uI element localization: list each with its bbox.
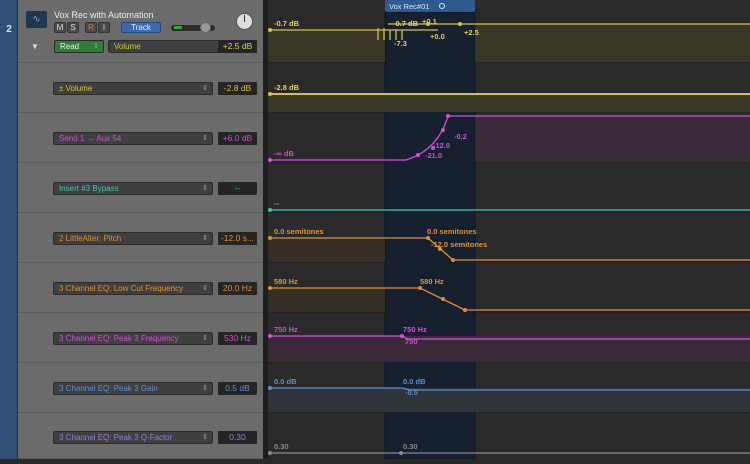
track-number-column[interactable]: 2 bbox=[0, 0, 18, 459]
lane-value[interactable]: -- bbox=[218, 182, 257, 195]
send-label-b: -12.0 bbox=[433, 141, 450, 150]
lane-parameter-label: 3 Channel EQ: Peak 3 Gain bbox=[59, 384, 158, 393]
lane-parameter-label: Send 1 → Aux 54 bbox=[59, 134, 122, 143]
peakf-region-label-2: 750 bbox=[405, 337, 418, 346]
pitch-region-label-2: -12.0 semitones bbox=[431, 240, 487, 249]
waveform-icon: ∿ bbox=[26, 11, 47, 28]
lane-parameter-label: Insert #3 Bypass bbox=[59, 184, 119, 193]
lane-parameter-select[interactable]: 2 LittleAlter: Pitch ⇕ bbox=[53, 232, 213, 245]
volume-slider[interactable] bbox=[171, 22, 215, 33]
vol-region-label-4: +2.5 bbox=[464, 28, 479, 37]
lane-value[interactable]: 0.5 dB bbox=[218, 382, 257, 395]
automation-svg: Vox Rec#01 -0.7 dB -0.7 dB +0.1 +0.0 +2.… bbox=[268, 0, 750, 460]
region-name: Vox Rec#01 bbox=[389, 2, 429, 11]
input-monitor-button[interactable]: I bbox=[98, 22, 110, 33]
lane-volume-label: -2.8 dB bbox=[274, 83, 300, 92]
lane-parameter-select[interactable]: 3 Channel EQ: Peak 3 Frequency ⇕ bbox=[53, 332, 213, 345]
lane-value[interactable]: 0.30 bbox=[218, 431, 257, 444]
lane-value[interactable]: 530 Hz bbox=[218, 332, 257, 345]
lane-parameter-select[interactable]: 3 Channel EQ: Low Cut Frequency ⇕ bbox=[53, 282, 213, 295]
automation-value[interactable]: +2.5 dB bbox=[218, 40, 257, 53]
record-enable-button[interactable]: R bbox=[85, 22, 97, 33]
send-label-a: -0.2 bbox=[454, 132, 467, 141]
send-label-c: -21.0 bbox=[425, 151, 442, 160]
automation-mode-select[interactable]: Read ⇕ bbox=[54, 40, 104, 53]
automation-lane-header[interactable]: 3 Channel EQ: Peak 3 Frequency ⇕ 530 Hz bbox=[18, 313, 263, 363]
q-start-label: 0.30 bbox=[274, 442, 289, 451]
peakf-region-label-1: 750 Hz bbox=[403, 325, 427, 334]
vol-region-label-3: +0.0 bbox=[430, 32, 445, 41]
lane-parameter-select[interactable]: Send 1 → Aux 54 ⇕ bbox=[53, 132, 213, 145]
mute-button[interactable]: M bbox=[54, 22, 66, 33]
lane-parameter-label: 3 Channel EQ: Peak 3 Q-Factor bbox=[59, 433, 173, 442]
track-number: 2 bbox=[6, 24, 12, 35]
lane-value[interactable]: -2.8 dB bbox=[218, 82, 257, 95]
automation-lane-header[interactable]: ± Volume ⇕ -2.8 dB bbox=[18, 63, 263, 113]
main-track-header[interactable]: ∿ Vox Rec with Automation M S R I Track … bbox=[18, 0, 263, 63]
automation-area[interactable]: Vox Rec#01 -0.7 dB -0.7 dB +0.1 +0.0 +2.… bbox=[268, 0, 750, 460]
volume-slider-knob[interactable] bbox=[200, 22, 211, 33]
lowcut-start-label: 580 Hz bbox=[274, 277, 298, 286]
lowcut-region-label: 580 Hz bbox=[420, 277, 444, 286]
automation-lane-header[interactable]: Send 1 → Aux 54 ⇕ +6.0 dB bbox=[18, 113, 263, 163]
peakf-start-label: 750 Hz bbox=[274, 325, 298, 334]
automation-lane-header[interactable]: 3 Channel EQ: Low Cut Frequency ⇕ 20.0 Hz bbox=[18, 263, 263, 313]
send-start-label: -∞ dB bbox=[274, 149, 295, 158]
pitch-region-label-1: 0.0 semitones bbox=[427, 227, 477, 236]
lane-parameter-label: ± Volume bbox=[59, 84, 93, 93]
solo-button[interactable]: S bbox=[67, 22, 79, 33]
lane-parameter-select[interactable]: 3 Channel EQ: Peak 3 Q-Factor ⇕ bbox=[53, 431, 213, 444]
gain-start-label: 0.0 dB bbox=[274, 377, 297, 386]
lane-value[interactable]: -12.0 s... bbox=[218, 232, 257, 245]
automation-parameter-select[interactable]: Volume⇕ bbox=[108, 40, 231, 53]
track-button[interactable]: Track bbox=[121, 22, 161, 33]
lane-parameter-label: 2 LittleAlter: Pitch bbox=[59, 234, 122, 243]
lane-value[interactable]: 20.0 Hz bbox=[218, 282, 257, 295]
gain-region-label-1: 0.0 dB bbox=[403, 377, 426, 386]
level-meter bbox=[174, 26, 182, 29]
automation-lane-header[interactable]: 3 Channel EQ: Peak 3 Gain ⇕ 0.5 dB bbox=[18, 363, 263, 413]
automation-lane-header[interactable]: 3 Channel EQ: Peak 3 Q-Factor ⇕ 0.30 bbox=[18, 413, 263, 459]
lane-parameter-select[interactable]: ± Volume ⇕ bbox=[53, 82, 213, 95]
gain-region-label-2: -0.5 bbox=[405, 388, 418, 397]
automation-lane-header[interactable]: Insert #3 Bypass ⇕ -- bbox=[18, 163, 263, 213]
pitch-start-label: 0.0 semitones bbox=[274, 227, 324, 236]
vol-region-label-2: +0.1 bbox=[422, 17, 437, 26]
vol-start-label: -0.7 dB bbox=[274, 19, 300, 28]
vol-region-label-5: -7.3 bbox=[394, 39, 407, 48]
lane-parameter-select[interactable]: 3 Channel EQ: Peak 3 Gain ⇕ bbox=[53, 382, 213, 395]
lane-parameter-label: 3 Channel EQ: Low Cut Frequency bbox=[59, 284, 184, 293]
automation-lane-header[interactable]: 2 LittleAlter: Pitch ⇕ -12.0 s... bbox=[18, 213, 263, 263]
track-name[interactable]: Vox Rec with Automation bbox=[54, 10, 154, 20]
automation-parameter-label: Volume bbox=[114, 42, 141, 51]
pan-knob[interactable] bbox=[236, 13, 253, 30]
lane-value[interactable]: +6.0 dB bbox=[218, 132, 257, 145]
lane-parameter-select[interactable]: Insert #3 Bypass ⇕ bbox=[53, 182, 213, 195]
q-region-label: 0.30 bbox=[403, 442, 418, 451]
vol-region-label-1: -0.7 dB bbox=[393, 19, 419, 28]
bypass-start-label: -- bbox=[274, 199, 279, 208]
lane-parameter-label: 3 Channel EQ: Peak 3 Frequency bbox=[59, 334, 179, 343]
automation-mode-label: Read bbox=[60, 42, 80, 51]
track-header-panel: 2 ∿ Vox Rec with Automation M S R I Trac… bbox=[0, 0, 265, 459]
disclosure-triangle-icon[interactable]: ▼ bbox=[31, 42, 39, 51]
